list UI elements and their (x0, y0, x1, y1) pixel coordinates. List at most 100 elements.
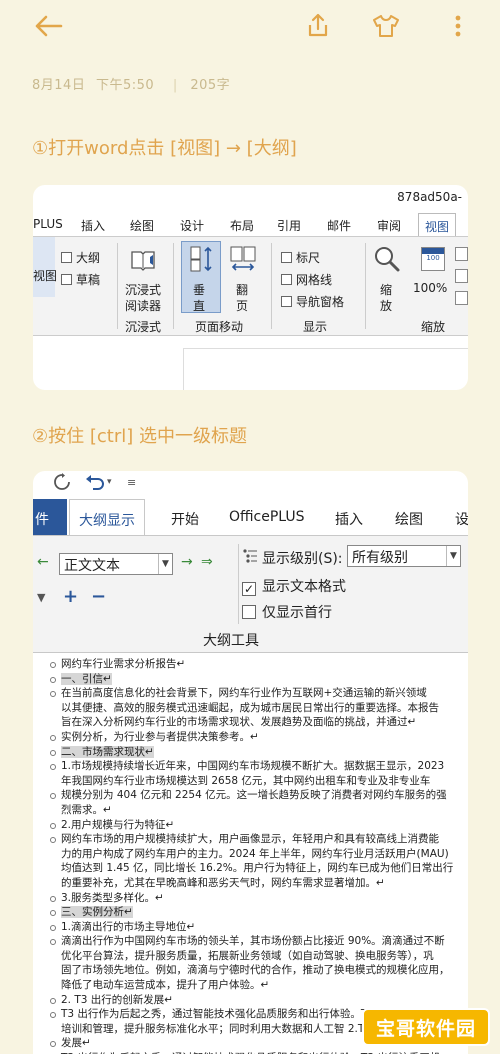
tab-officeplus[interactable]: OfficePLUS (229, 509, 305, 525)
tab-draw[interactable]: 绘图 (395, 509, 423, 529)
group-zoom-label: 缩放 (421, 320, 446, 334)
outline-body-row[interactable]: 以其便捷、高效的服务模式迅速崛起，成为城市居民日常出行的重要选择。本报告 (47, 701, 467, 716)
demote-arrow-icon[interactable]: → (181, 554, 193, 570)
share-icon[interactable] (300, 8, 336, 44)
outline-body-row[interactable]: 网约车行业需求分析报告↵ (47, 657, 467, 672)
undo-dropdown-icon[interactable]: ▾ (107, 477, 112, 487)
one-page-icon[interactable] (455, 247, 468, 261)
page-width-icon[interactable] (455, 291, 468, 305)
ruler-checkbox[interactable]: 标尺 (281, 249, 320, 266)
tab-file[interactable]: 件 (33, 499, 67, 535)
show-text-format-checkbox[interactable]: ✓ 显示文本格式 (242, 576, 346, 596)
outline-body-row[interactable]: 规模分别为 404 亿元和 2254 亿元。这一增长趋势反映了消费者对网约车服务… (47, 788, 467, 803)
outline-body-row[interactable]: 实例分析，为行业参与者提供决策参考。↵ (47, 730, 467, 745)
zoom-100-icon[interactable]: 100 (421, 247, 445, 271)
tab-insert[interactable]: 插入 (81, 217, 105, 234)
outline-row-text: 二、市场需求现状↵ (61, 745, 154, 758)
refresh-icon[interactable] (53, 473, 71, 491)
draft-button[interactable]: 草稿 (61, 271, 100, 288)
immersive-reader-icon[interactable] (130, 247, 156, 273)
outline-body-row[interactable]: 2. T3 出行的创新发展↵ (47, 993, 467, 1008)
back-arrow-icon[interactable] (30, 8, 66, 44)
outline-body-row[interactable]: 降低了电动车运营成本，提升了用户体验。↵ (47, 978, 467, 993)
outline-row-text: 1.市场规模持续增长近年来，中国网约车市场规模不断扩大。据数据王显示，2023 (61, 760, 445, 773)
side-label-2: 页 (236, 299, 249, 313)
outline-label: 大纲 (76, 251, 101, 265)
tab-references[interactable]: 引用 (277, 217, 301, 234)
side-to-side-icon[interactable] (229, 245, 257, 273)
zoom-magnifier-icon[interactable] (373, 245, 401, 273)
nav-pane-label: 导航窗格 (296, 295, 345, 309)
top-bar (0, 0, 500, 52)
nav-pane-checkbox[interactable]: 导航窗格 (281, 293, 344, 310)
show-level-select[interactable]: 所有级别 ▼ (347, 545, 461, 567)
gridlines-label: 网格线 (296, 273, 333, 287)
group-divider (365, 243, 366, 329)
undo-icon[interactable] (85, 473, 105, 491)
multiple-pages-icon[interactable] (455, 269, 468, 283)
tab-mailings[interactable]: 邮件 (327, 217, 351, 234)
outline-body-row[interactable]: 优化平台算法，提升服务质量，拓展新业务领域（如自动驾驶、换电服务等），巩 (47, 949, 467, 964)
outline-row-text: 2.用户规模与行为特征↵ (61, 818, 175, 831)
vertical-scroll-icon (187, 245, 215, 273)
expand-icon[interactable]: + (63, 586, 78, 607)
more-vertical-icon[interactable] (440, 8, 476, 44)
window-title: 878ad50a- (397, 190, 462, 204)
outline-ribbon: ← 正文文本 ▼ → ⇒ ▼ + − 显示级别(S): 所有级别 ▼ ✓ 显示文本… (33, 535, 468, 653)
ribbon-tabs: 件 大纲显示 开始 OfficePLUS 插入 绘图 设 (33, 499, 468, 536)
tab-design[interactable]: 设计 (180, 217, 204, 234)
tab-outline-view[interactable]: 大纲显示 (69, 499, 145, 536)
zoom-100-icon-text: 100 (426, 254, 440, 262)
outline-button[interactable]: 大纲 (61, 249, 100, 266)
outline-body-row[interactable]: 力的用户构成了网约车用户的主力。2024 年上半年，网约车行业月活跃用户(MAU… (47, 847, 467, 862)
outline-body-row[interactable]: 年我国网约车行业市场规模达到 2658 亿元，其中网约出租车和专业及非专业车 (47, 774, 467, 789)
outline-row-text: 在当前高度信息化的社会背景下，网约车行业作为互联网+交通运输的新兴领域 (61, 687, 427, 700)
show-first-line-checkbox[interactable]: 仅显示首行 (242, 602, 332, 622)
outline-body-row[interactable]: 旨在深入分析网约车行业的市场需求现状、发展趋势及面临的挑战，并通过↵ (47, 715, 467, 730)
outline-row-text: 旨在深入分析网约车行业的市场需求现状、发展趋势及面临的挑战，并通过↵ (61, 716, 417, 729)
outline-body-row[interactable]: 固了市场领先地位。例如，滴滴与宁德时代的合作，推动了换电模式的规模化应用， (47, 963, 467, 978)
view-mode-label[interactable]: 视图 (33, 267, 57, 284)
tshirt-theme-icon[interactable] (368, 8, 404, 44)
demote-to-body-icon[interactable]: ⇒ (201, 554, 213, 570)
outline-heading-row[interactable]: 三、实例分析↵ (47, 905, 467, 920)
outline-level-select[interactable]: 正文文本 ▼ (59, 553, 173, 575)
group-outline-tools-label: 大纲工具 (203, 633, 259, 649)
outline-body-row[interactable]: 均值达到 1.45 亿，同比增长 16.2%。用户行为特征上，网约车已成为他们日… (47, 861, 467, 876)
outline-body-row[interactable]: 滴滴出行作为中国网约车市场的领头羊，其市场份额占比接近 90%。滴滴通过不断 (47, 934, 467, 949)
outline-heading-row[interactable]: 二、市场需求现状↵ (47, 745, 467, 760)
zoom-label-1: 缩 (380, 283, 393, 297)
outline-row-text: 固了市场领先地位。例如，滴滴与宁德时代的合作，推动了换电模式的规模化应用， (61, 964, 450, 977)
show-level-label: 显示级别(S): (262, 551, 343, 567)
outline-row-text: 的重要补充，尤其在早晚高峰和恶劣天气时，网约车需求显著增加。↵ (61, 876, 385, 889)
gridlines-check (281, 274, 292, 285)
outline-row-text: 滴滴出行作为中国网约车市场的领头羊，其市场份额占比接近 90%。滴滴通过不断 (61, 935, 445, 948)
customize-toolbar-icon[interactable]: ≡ (127, 476, 136, 489)
tab-design-partial[interactable]: 设 (455, 509, 468, 529)
promote-arrow-icon[interactable]: ← (37, 554, 49, 570)
outline-body-row[interactable]: 3.服务类型多样化。↵ (47, 891, 467, 906)
outline-body-row[interactable]: 2.用户规模与行为特征↵ (47, 818, 467, 833)
tab-officeplus[interactable]: PLUS (33, 217, 63, 231)
tab-layout[interactable]: 布局 (230, 217, 254, 234)
outline-body-row[interactable]: 烈需求。↵ (47, 803, 467, 818)
outline-row-text: 烈需求。↵ (61, 803, 112, 816)
ribbon-tabs: PLUS 插入 绘图 设计 布局 引用 邮件 审阅 视图 (33, 213, 468, 239)
collapse-icon[interactable]: − (91, 586, 106, 607)
outline-body-row[interactable]: 1.市场规模持续增长近年来，中国网约车市场规模不断扩大。据数据王显示，2023 (47, 759, 467, 774)
tab-review[interactable]: 审阅 (377, 217, 401, 234)
gridlines-checkbox[interactable]: 网格线 (281, 271, 332, 288)
outline-body-row[interactable]: 1.滴滴出行的市场主导地位↵ (47, 920, 467, 935)
outline-body-row[interactable]: 的重要补充，尤其在早晚高峰和恶劣天气时，网约车需求显著增加。↵ (47, 876, 467, 891)
tab-home[interactable]: 开始 (171, 509, 199, 529)
outline-row-text: 规模分别为 404 亿元和 2254 亿元。这一增长趋势反映了消费者对网约车服务… (61, 789, 447, 802)
tab-insert[interactable]: 插入 (335, 509, 363, 529)
move-down-icon[interactable]: ▼ (37, 591, 45, 604)
note-time: 下午5:50 (95, 78, 155, 93)
note-meta: 8月14日 下午5:50 | 205字 (32, 74, 236, 93)
outline-body-row[interactable]: 在当前高度信息化的社会背景下，网约车行业作为互联网+交通运输的新兴领域 (47, 686, 467, 701)
outline-body-row[interactable]: 网约车市场的用户规模持续扩大，用户画像显示，年轻用户和具有较高线上消费能 (47, 832, 467, 847)
outline-document: 网约车行业需求分析报告↵ 一、引信↵ 在当前高度信息化的社会背景下，网约车行业作为互… (47, 657, 467, 1054)
tab-draw[interactable]: 绘图 (130, 217, 154, 234)
outline-heading-row[interactable]: 一、引信↵ (47, 672, 467, 687)
